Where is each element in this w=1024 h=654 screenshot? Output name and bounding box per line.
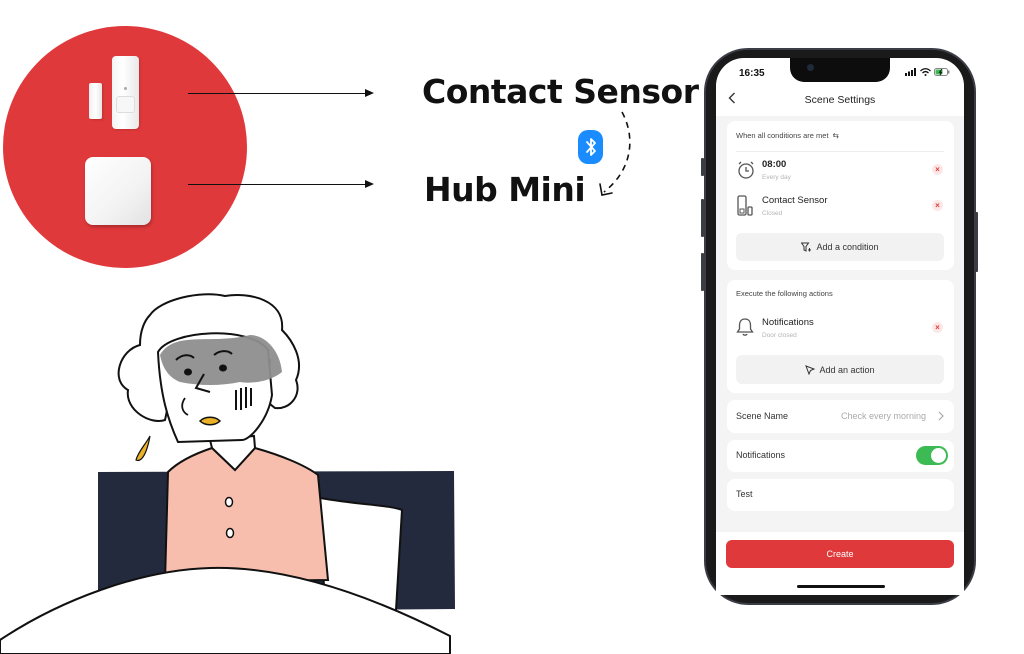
phone-notch <box>790 58 890 82</box>
notifications-label: Notifications <box>736 450 786 460</box>
camera-icon <box>807 64 814 71</box>
sweat-drop <box>135 435 151 462</box>
condition-subtitle: Closed <box>762 210 783 217</box>
condition-title: Contact Sensor <box>762 195 828 206</box>
delete-condition-button[interactable]: × <box>932 200 943 211</box>
switch-logic-icon[interactable]: ⇆ <box>833 131 839 140</box>
status-icons <box>905 68 950 76</box>
add-filter-icon <box>801 242 812 252</box>
arrow-line-hub-mini <box>188 184 366 185</box>
add-action-label: Add an action <box>819 364 875 375</box>
home-indicator[interactable] <box>797 585 885 588</box>
wifi-icon <box>920 68 931 76</box>
arrow-line-contact-sensor <box>188 93 366 94</box>
shirt-button <box>224 496 234 508</box>
clock-icon <box>738 161 754 179</box>
action-title: Notifications <box>762 317 814 328</box>
arrow-head-contact-sensor <box>365 89 374 97</box>
signal-icon <box>905 68 916 76</box>
test-row[interactable] <box>727 479 954 511</box>
cursor-icon <box>805 364 816 375</box>
scene-name-label: Scene Name <box>736 411 789 421</box>
delete-condition-button[interactable]: × <box>932 164 943 175</box>
actions-heading: Execute the following actions <box>736 289 833 298</box>
battery-charging-icon <box>934 68 950 76</box>
hub-mini-label: Hub Mini <box>424 170 586 209</box>
arrow-head-hub-mini <box>365 180 374 188</box>
sensor-button <box>116 96 135 113</box>
condition-subtitle: Every day <box>762 174 791 181</box>
test-label: Test <box>736 489 753 499</box>
add-action-button[interactable]: Add an action <box>736 355 944 384</box>
divider <box>736 151 944 152</box>
sensor-led-dot <box>124 87 127 90</box>
conditions-heading: When all conditions are met ⇆ <box>736 131 839 140</box>
contact-sensor-label: Contact Sensor <box>422 72 699 111</box>
page-title: Scene Settings <box>804 94 876 106</box>
conditions-label: When all conditions are met <box>736 131 829 140</box>
add-condition-button[interactable]: Add a condition <box>736 233 944 261</box>
condition-title: 08:00 <box>762 159 787 170</box>
create-button[interactable]: Create <box>726 540 954 568</box>
curved-dashed-arrow-icon <box>599 111 631 196</box>
worried-woman-illustration <box>0 293 455 654</box>
delete-action-button[interactable]: × <box>932 322 943 333</box>
scene-name-value: Check every morning <box>841 411 927 421</box>
contact-sensor-magnet-image <box>89 83 102 119</box>
add-condition-label: Add a condition <box>816 242 879 252</box>
notifications-toggle[interactable] <box>916 446 948 465</box>
hub-mini-image <box>85 157 151 225</box>
action-subtitle: Door closed <box>762 332 797 339</box>
toggle-knob <box>931 448 946 463</box>
contact-sensor-icon <box>737 195 753 216</box>
contact-sensor-image <box>112 56 139 129</box>
shirt <box>163 446 330 584</box>
chevron-right-icon <box>938 411 944 421</box>
status-time: 16:35 <box>739 68 765 79</box>
worry-shadow <box>160 335 282 385</box>
bell-icon <box>736 318 754 336</box>
shirt-button <box>225 527 235 539</box>
